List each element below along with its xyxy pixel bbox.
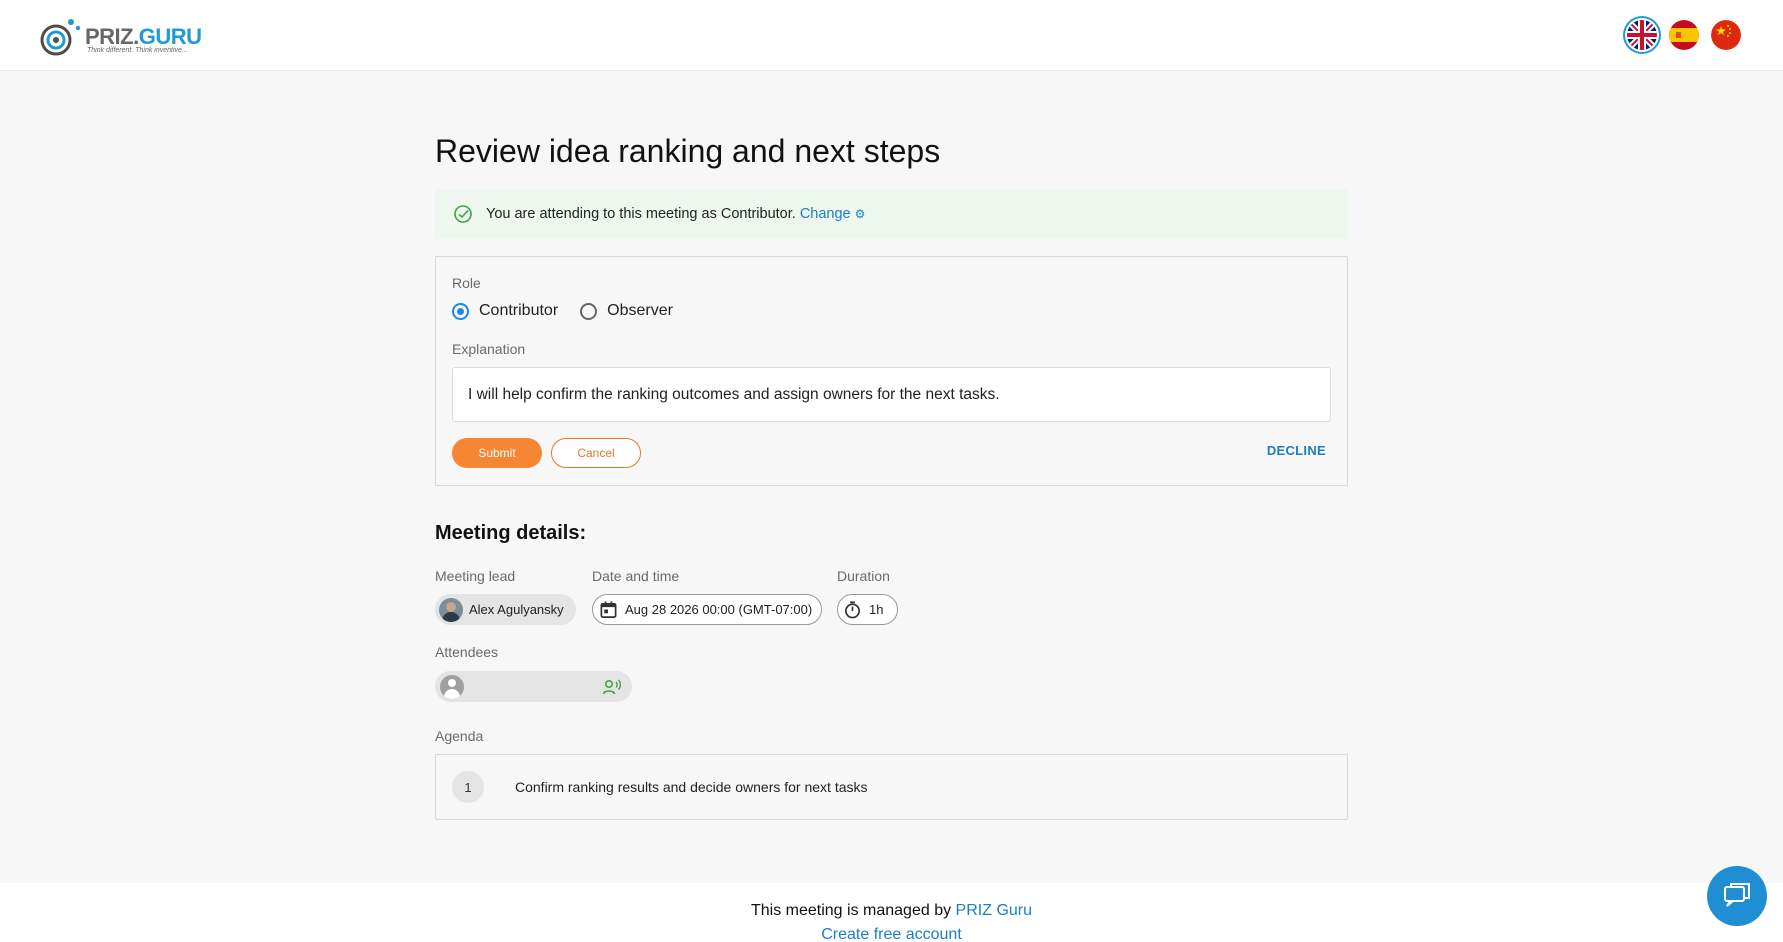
change-role-link[interactable]: Change (800, 206, 851, 222)
avatar (439, 597, 463, 622)
date-time-chip: Aug 28 2026 00:00 (GMT-07:00) (592, 594, 822, 625)
gear-icon[interactable]: ⚙ (855, 207, 866, 221)
attendance-notice: You are attending to this meeting as Con… (435, 189, 1348, 239)
duration-chip: 1h (837, 594, 898, 625)
meeting-lead-label: Meeting lead (435, 568, 516, 584)
managed-by-text: This meeting is managed by (750, 902, 952, 919)
attendee-chip[interactable] (435, 671, 632, 702)
cancel-button[interactable]: Cancel (551, 438, 641, 468)
chat-bubble-icon (1724, 883, 1750, 907)
duration-label: Duration (837, 568, 890, 584)
uk-flag-icon[interactable] (1627, 20, 1657, 50)
create-account-link[interactable]: Create free account (821, 926, 962, 942)
calendar-icon (600, 601, 617, 618)
meeting-lead-chip[interactable]: Alex Agulyansky (435, 594, 576, 625)
radio-observer-label: Observer (607, 302, 673, 319)
radio-observer[interactable] (580, 302, 598, 320)
china-flag-icon[interactable] (1711, 20, 1741, 50)
meeting-details-title: Meeting details: (435, 522, 587, 544)
language-switcher (1627, 20, 1741, 50)
submit-button[interactable]: Submit (452, 438, 542, 468)
spain-flag-icon[interactable] (1669, 20, 1699, 50)
check-circle-icon (454, 205, 472, 223)
chat-button[interactable] (1707, 866, 1767, 926)
attendance-notice-text: You are attending to this meeting as Con… (486, 206, 796, 222)
logo-icon (40, 19, 81, 56)
decline-button[interactable]: DECLINE (1267, 443, 1326, 458)
role-form: Role Contributor Observer Explanation I … (435, 256, 1348, 486)
logo-tagline: Think different. Think inventive... (87, 47, 188, 54)
contributor-voice-icon (602, 679, 622, 695)
managed-by-line: This meeting is managed by PRIZ Guru (0, 902, 1783, 920)
logo-word-guru: GURU (138, 24, 202, 49)
role-option-observer[interactable]: Observer (580, 302, 673, 320)
date-time-label: Date and time (592, 568, 680, 584)
agenda-list: 1 Confirm ranking results and decide own… (435, 754, 1348, 820)
attendees-label: Attendees (435, 644, 499, 660)
agenda-item-text: Confirm ranking results and decide owner… (515, 779, 868, 795)
page-footer: This meeting is managed by PRIZ Guru Cre… (0, 883, 1783, 942)
agenda-item-number: 1 (452, 771, 484, 803)
top-header: PRIZ.GURU Think different. Think inventi… (0, 0, 1783, 71)
agenda-label: Agenda (435, 728, 484, 744)
timer-icon (844, 601, 861, 619)
page-title: Review idea ranking and next steps (435, 133, 941, 169)
role-label: Role (452, 275, 481, 291)
explanation-label: Explanation (452, 341, 526, 357)
create-account-line: Create free account (0, 926, 1783, 942)
meeting-lead-name: Alex Agulyansky (469, 602, 564, 617)
duration-value: 1h (869, 602, 884, 617)
radio-contributor-label: Contributor (479, 302, 559, 319)
explanation-input[interactable]: I will help confirm the ranking outcomes… (452, 367, 1331, 422)
radio-contributor[interactable] (452, 302, 469, 320)
person-icon (440, 675, 464, 699)
date-time-value: Aug 28 2026 00:00 (GMT-07:00) (625, 602, 813, 617)
priz-guru-logo[interactable]: PRIZ.GURU Think different. Think inventi… (38, 14, 218, 58)
priz-guru-link[interactable]: PRIZ Guru (956, 902, 1032, 919)
logo-word-priz: PRIZ. (85, 24, 139, 49)
role-option-contributor[interactable]: Contributor (452, 302, 558, 320)
role-radio-group: Contributor Observer (452, 302, 695, 320)
